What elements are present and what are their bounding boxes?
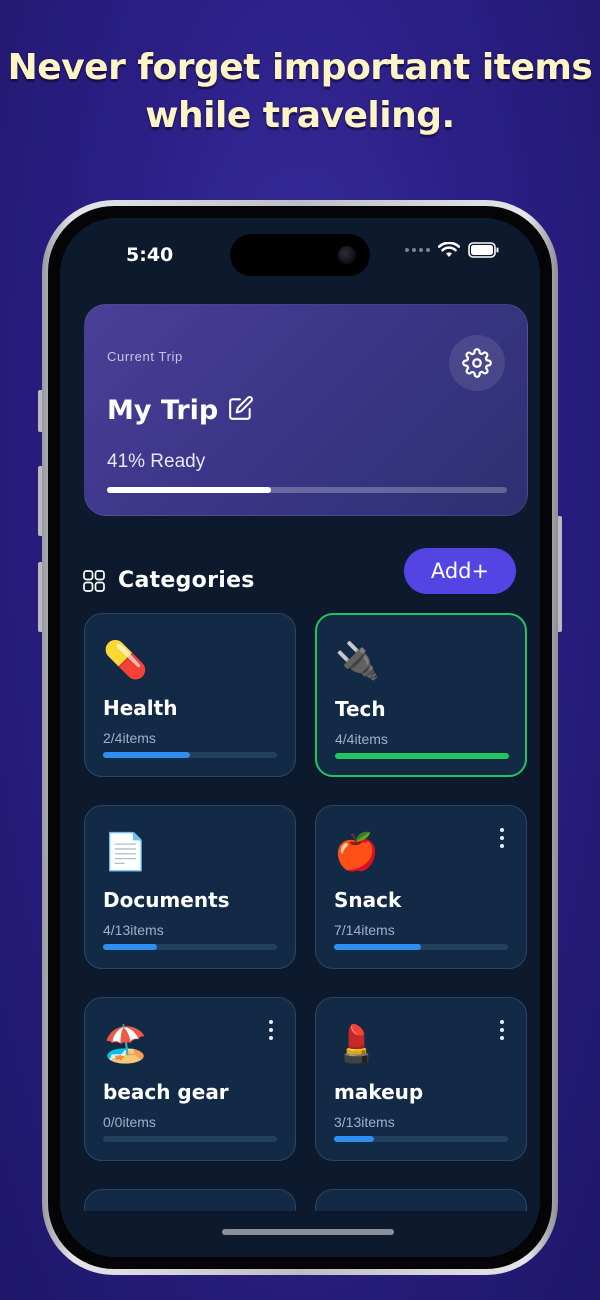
category-progress-fill xyxy=(103,944,157,950)
more-options-icon[interactable] xyxy=(269,1020,273,1040)
category-item-count: 0/0items xyxy=(103,1114,156,1130)
trip-title-row: My Trip xyxy=(107,395,254,426)
category-progress-bar xyxy=(335,753,509,759)
camera-icon xyxy=(338,246,356,264)
phone-bezel: 5:40 Current Trip My Trip 41% Ready Cate… xyxy=(48,206,552,1269)
wifi-icon xyxy=(438,242,460,257)
category-progress-bar xyxy=(103,944,277,950)
settings-button[interactable] xyxy=(449,335,505,391)
category-emoji-icon: 🔌 xyxy=(335,640,380,681)
category-card[interactable]: 💊 Health 2/4items xyxy=(84,613,296,777)
category-emoji-icon: 💊 xyxy=(103,639,148,680)
category-name: Documents xyxy=(103,888,230,912)
category-name: Health xyxy=(103,696,178,720)
category-item-count: 4/13items xyxy=(103,922,164,938)
category-item-count: 2/4items xyxy=(103,730,156,746)
categories-header: Categories xyxy=(82,568,255,593)
trip-title: My Trip xyxy=(107,395,219,426)
category-progress-fill xyxy=(334,1136,375,1142)
category-item-count: 3/13items xyxy=(334,1114,395,1130)
cellular-dots-icon xyxy=(405,248,430,252)
category-item-count: 4/4items xyxy=(335,731,388,747)
app-screen: 5:40 Current Trip My Trip 41% Ready Cate… xyxy=(60,218,540,1257)
category-progress-fill xyxy=(334,944,421,950)
category-emoji-icon: 📄 xyxy=(103,831,148,872)
category-emoji-icon: 🏖️ xyxy=(103,1023,148,1064)
category-card[interactable]: 🔌 Tech 4/4items xyxy=(315,613,527,777)
edit-trip-button[interactable] xyxy=(228,395,254,426)
category-card[interactable]: 💄 makeup 3/13items xyxy=(315,997,527,1161)
category-progress-bar xyxy=(103,1136,277,1142)
trip-progress-bar xyxy=(107,487,507,493)
headline-line-1: Never forget important items xyxy=(7,47,593,88)
category-progress-fill xyxy=(335,753,509,759)
status-icons xyxy=(405,242,500,258)
more-options-icon[interactable] xyxy=(500,1020,504,1040)
more-options-icon[interactable] xyxy=(500,828,504,848)
current-trip-label: Current Trip xyxy=(107,349,183,364)
add-category-button[interactable]: Add+ xyxy=(404,548,516,594)
categories-title: Categories xyxy=(118,568,255,593)
current-trip-card[interactable]: Current Trip My Trip 41% Ready xyxy=(84,304,528,516)
battery-icon xyxy=(468,242,499,258)
dynamic-island xyxy=(230,234,370,276)
phone-frame: 5:40 Current Trip My Trip 41% Ready Cate… xyxy=(42,200,558,1275)
category-progress-fill xyxy=(103,752,190,758)
category-progress-bar xyxy=(334,944,508,950)
category-emoji-icon: 💄 xyxy=(334,1023,379,1064)
category-item-count: 7/14items xyxy=(334,922,395,938)
grid-icon xyxy=(83,569,105,592)
category-card[interactable]: 📄 Documents 4/13items xyxy=(84,805,296,969)
marketing-headline: Never forget important items while trave… xyxy=(0,44,600,140)
status-time: 5:40 xyxy=(126,244,174,266)
category-card[interactable]: 🏖️ beach gear 0/0items xyxy=(84,997,296,1161)
category-name: beach gear xyxy=(103,1080,229,1104)
category-name: makeup xyxy=(334,1080,424,1104)
gear-icon xyxy=(462,348,492,378)
category-name: Tech xyxy=(335,697,386,721)
headline-line-2: while traveling. xyxy=(145,95,455,136)
category-progress-bar xyxy=(334,1136,508,1142)
edit-icon xyxy=(229,396,254,420)
category-name: Snack xyxy=(334,888,402,912)
category-emoji-icon: 🍎 xyxy=(334,831,379,872)
trip-ready-text: 41% Ready xyxy=(107,451,206,472)
category-card[interactable]: 🍎 Snack 7/14items xyxy=(315,805,527,969)
trip-progress-fill xyxy=(107,487,271,493)
category-progress-bar xyxy=(103,752,277,758)
home-indicator[interactable] xyxy=(222,1229,394,1235)
